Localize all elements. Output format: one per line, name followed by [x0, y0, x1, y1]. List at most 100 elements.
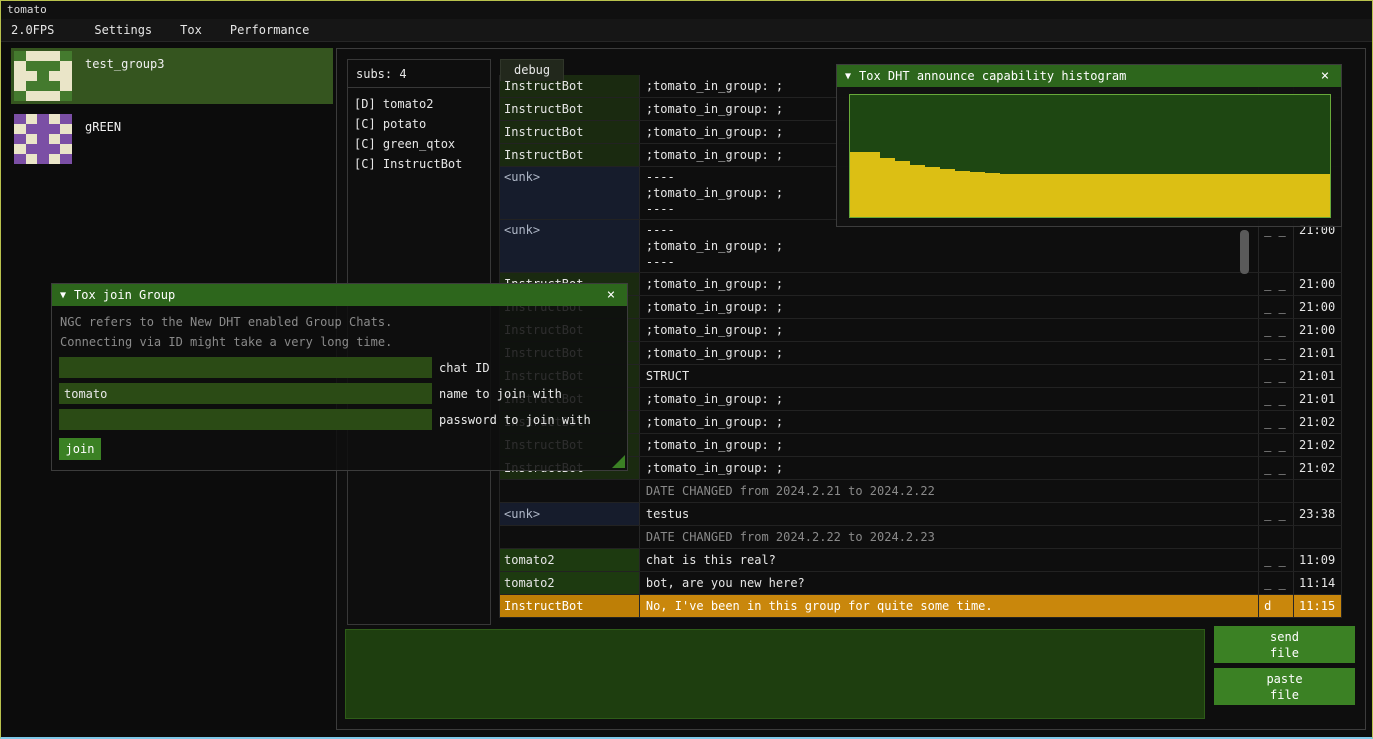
group-avatar [14, 51, 72, 101]
sidebar-group-test_group3[interactable]: test_group3 [11, 48, 333, 104]
chat-row[interactable]: DATE CHANGED from 2024.2.21 to 2024.2.22 [500, 480, 1342, 503]
join-button[interactable]: join [59, 438, 101, 460]
chat-row-time: 21:01 [1294, 342, 1342, 364]
chat-row[interactable]: tomato2 chat is this real? _ _ 11:09 [500, 549, 1342, 572]
collapse-arrow-icon[interactable]: ▼ [845, 71, 851, 82]
close-icon[interactable]: × [603, 287, 619, 303]
join-name-label: name to join with [439, 387, 562, 401]
menu-item[interactable]: Tox [166, 20, 216, 40]
join-titlebar[interactable]: ▼ Tox join Group × [52, 284, 627, 306]
chat-row[interactable]: <unk> testus _ _ 23:38 [500, 503, 1342, 526]
join-password-label: password to join with [439, 413, 591, 427]
chat-row-author: <unk> [500, 503, 640, 525]
chat-id-row: chat ID [59, 357, 627, 378]
send-file-button[interactable]: send file [1214, 626, 1355, 663]
group-name: test_group3 [85, 57, 164, 104]
chat-row-author: <unk> [500, 167, 640, 219]
histogram-bar [1060, 174, 1075, 217]
chat-row-time [1294, 480, 1342, 502]
chat-row[interactable]: tomato2 bot, are you new here? _ _ 11:14 [500, 572, 1342, 595]
histogram-bar [1150, 174, 1165, 217]
chat-row-time: 11:15 [1294, 595, 1342, 617]
chat-row-status: _ _ [1259, 220, 1294, 272]
paste-file-button[interactable]: paste file [1214, 668, 1355, 705]
chat-row-author: InstructBot [500, 595, 640, 617]
subs-list: [D] tomato2[C] potato[C] green_qtox[C] I… [348, 88, 490, 180]
histogram-bar [1090, 174, 1105, 217]
chat-row-status: _ _ [1259, 296, 1294, 318]
tab-debug[interactable]: debug [500, 59, 564, 81]
histogram-bar [1270, 174, 1285, 217]
close-icon[interactable]: × [1317, 68, 1333, 84]
chat-row-message: ;tomato_in_group: ; [640, 411, 1259, 433]
chat-row-status: _ _ [1259, 549, 1294, 571]
chat-row-time: 21:02 [1294, 411, 1342, 433]
sidebar-group-green[interactable]: gREEN [11, 111, 333, 167]
histogram-bar [1000, 174, 1015, 217]
menu-item[interactable]: Performance [216, 20, 323, 40]
chat-row[interactable]: <unk> ---- ;tomato_in_group: ; ---- _ _ … [500, 220, 1342, 273]
histogram-bar [865, 152, 880, 217]
subs-member[interactable]: [C] green_qtox [354, 134, 484, 154]
chat-row-message: ;tomato_in_group: ; [640, 273, 1259, 295]
histogram-bar [880, 158, 895, 217]
histogram-bar [850, 152, 865, 217]
chat-row-message: ;tomato_in_group: ; [640, 388, 1259, 410]
menu-item[interactable]: Settings [80, 20, 166, 40]
join-password-input[interactable] [59, 409, 432, 430]
histogram-bar [1315, 174, 1330, 217]
titlebar[interactable]: tomato [1, 1, 1372, 19]
resize-grip-icon[interactable] [612, 455, 625, 468]
collapse-arrow-icon[interactable]: ▼ [60, 290, 66, 301]
message-input[interactable] [345, 629, 1205, 719]
chat-row-time: 21:00 [1294, 273, 1342, 295]
chat-row-status: _ _ [1259, 503, 1294, 525]
histogram-bar [1105, 174, 1120, 217]
histogram-window-title: Tox DHT announce capability histogram [859, 69, 1317, 83]
chat-row-message: ;tomato_in_group: ; [640, 342, 1259, 364]
chat-row-status: d [1259, 595, 1294, 617]
chat-scrollbar-thumb[interactable] [1240, 230, 1249, 274]
subs-member[interactable]: [D] tomato2 [354, 94, 484, 114]
chat-row-author: InstructBot [500, 144, 640, 166]
chat-id-input[interactable] [59, 357, 432, 378]
chat-row-message: ---- ;tomato_in_group: ; ---- [640, 220, 1259, 272]
chat-row-author: tomato2 [500, 572, 640, 594]
fps-counter: 2.0FPS [1, 23, 64, 37]
histogram-bar [955, 171, 970, 217]
group-avatar [14, 114, 72, 164]
chat-row-status: _ _ [1259, 319, 1294, 341]
histogram-bar [1180, 174, 1195, 217]
chat-row-message: testus [640, 503, 1259, 525]
chat-row-time [1294, 526, 1342, 548]
histogram-bar [1300, 174, 1315, 217]
histogram-bar [1120, 174, 1135, 217]
chat-row-message: ;tomato_in_group: ; [640, 457, 1259, 479]
subs-member[interactable]: [C] InstructBot [354, 154, 484, 174]
join-password-row: password to join with [59, 409, 627, 430]
histogram-bar [1030, 174, 1045, 217]
help-line: NGC refers to the New DHT enabled Group … [60, 312, 619, 332]
histogram-bar [925, 167, 940, 217]
join-help-text: NGC refers to the New DHT enabled Group … [52, 306, 627, 352]
subs-member[interactable]: [C] potato [354, 114, 484, 134]
dht-capability-histogram-plot [849, 94, 1331, 218]
join-name-input[interactable] [59, 383, 432, 404]
chat-row-status: _ _ [1259, 457, 1294, 479]
chat-row-message: No, I've been in this group for quite so… [640, 595, 1259, 617]
chat-row-message: STRUCT [640, 365, 1259, 387]
chat-row-author: <unk> [500, 220, 640, 272]
chat-row-time: 23:38 [1294, 503, 1342, 525]
chat-row-author [500, 480, 640, 502]
histogram-bar [1015, 174, 1030, 217]
histogram-bar [1255, 174, 1270, 217]
histogram-bar [1165, 174, 1180, 217]
histogram-bar [1240, 174, 1255, 217]
chat-row-message: DATE CHANGED from 2024.2.21 to 2024.2.22 [640, 480, 1259, 502]
chat-row-time: 21:02 [1294, 434, 1342, 456]
histogram-bar [1135, 174, 1150, 217]
histogram-titlebar[interactable]: ▼ Tox DHT announce capability histogram … [837, 65, 1341, 87]
chat-row[interactable]: DATE CHANGED from 2024.2.22 to 2024.2.23 [500, 526, 1342, 549]
chat-row[interactable]: InstructBot No, I've been in this group … [500, 595, 1342, 618]
chat-row-author: InstructBot [500, 98, 640, 120]
